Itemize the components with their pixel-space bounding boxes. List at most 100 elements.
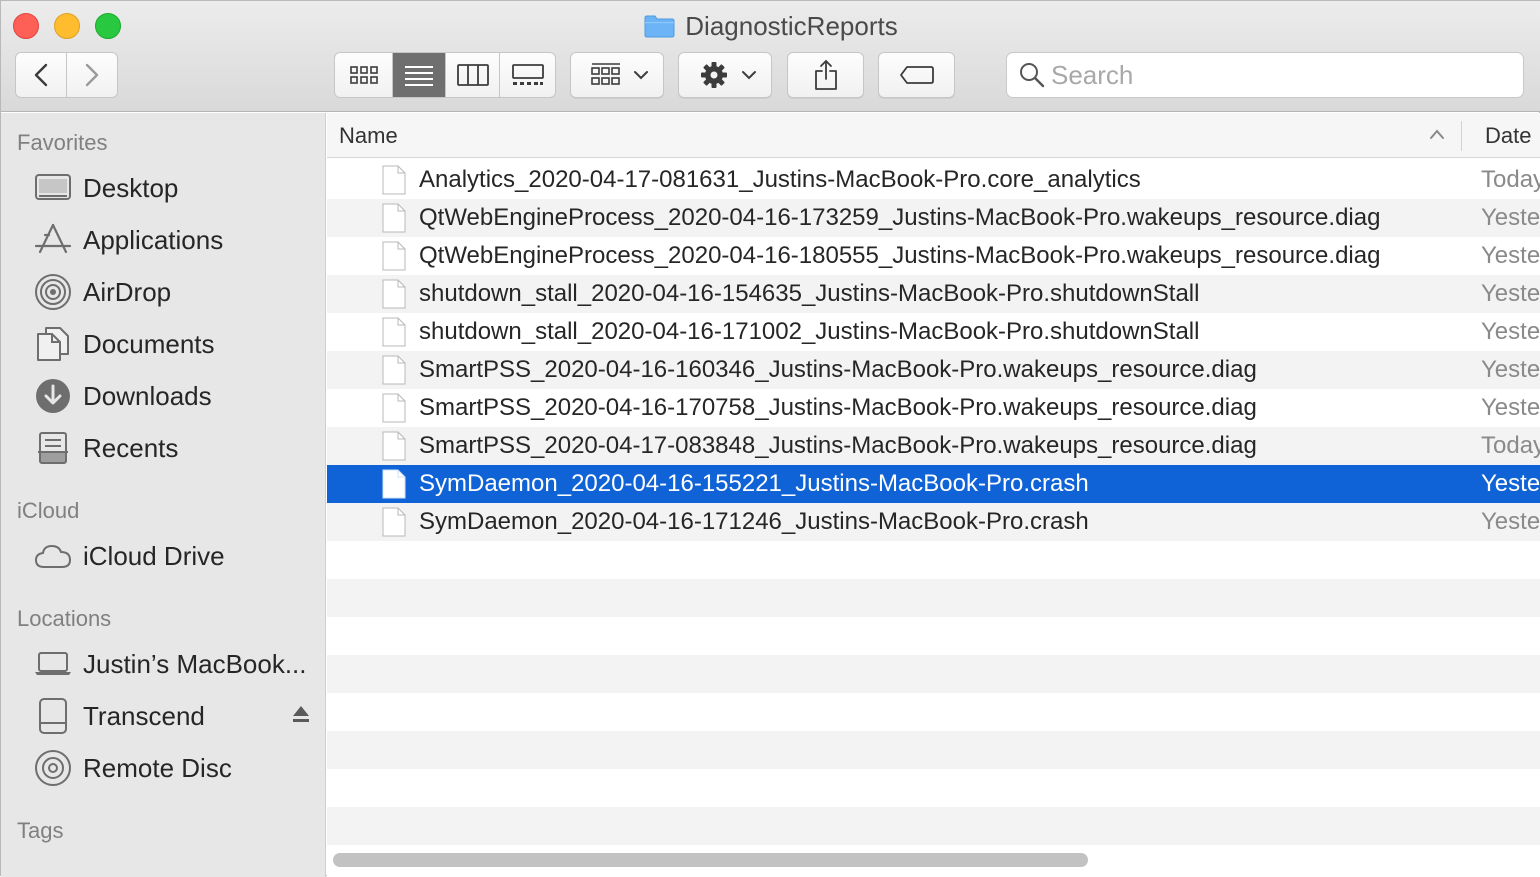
sidebar-item-label: Applications (83, 224, 224, 255)
file-date: Today (1481, 432, 1540, 459)
file-date: Yesterday (1481, 394, 1540, 421)
sidebar-item-desktop[interactable]: Desktop (1, 164, 325, 212)
file-date: Yesterday (1481, 356, 1540, 383)
share-button[interactable] (787, 52, 864, 98)
column-divider[interactable] (1461, 121, 1462, 151)
file-date: Yesterday (1481, 204, 1540, 231)
document-icon (382, 165, 406, 200)
file-row[interactable]: SmartPSS_2020-04-17-083848_Justins-MacBo… (327, 427, 1540, 465)
sidebar-item-airdrop[interactable]: AirDrop (1, 268, 325, 316)
sidebar: Favorites Desktop Applications AirDrop D… (1, 113, 326, 877)
edit-tags-button[interactable] (878, 52, 955, 98)
group-by-button[interactable] (570, 52, 664, 98)
column-header-bar: Name Date (327, 113, 1540, 158)
action-menu-button[interactable] (678, 52, 772, 98)
file-row[interactable]: QtWebEngineProcess_2020-04-16-180555_Jus… (327, 237, 1540, 275)
sidebar-item-macbook[interactable]: Justin’s MacBook... (1, 640, 325, 688)
sidebar-item-downloads[interactable]: Downloads (1, 372, 325, 420)
sidebar-item-label: iCloud Drive (83, 540, 225, 571)
gallery-view-button[interactable] (500, 53, 555, 97)
sidebar-item-recents[interactable]: Recents (1, 424, 325, 472)
laptop-icon (33, 644, 73, 684)
sidebar-item-label: Remote Disc (83, 752, 232, 783)
horizontal-scrollbar[interactable] (333, 853, 1088, 867)
file-name: SmartPSS_2020-04-16-160346_Justins-MacBo… (419, 356, 1257, 383)
file-name: shutdown_stall_2020-04-16-154635_Justins… (419, 280, 1200, 307)
sidebar-item-documents[interactable]: Documents (1, 320, 325, 368)
file-date: Yesterday (1481, 242, 1540, 269)
file-name: SmartPSS_2020-04-17-083848_Justins-MacBo… (419, 432, 1257, 459)
file-date: Yesterday (1481, 508, 1540, 535)
column-header-date[interactable]: Date (1485, 123, 1531, 149)
tag-icon (899, 66, 934, 84)
empty-row (327, 693, 1540, 731)
column-view-button[interactable] (446, 53, 500, 97)
chevron-left-icon (34, 63, 47, 87)
icon-view-button[interactable] (335, 53, 393, 97)
file-name: SymDaemon_2020-04-16-155221_Justins-MacB… (419, 470, 1089, 497)
file-name: Analytics_2020-04-17-081631_Justins-MacB… (419, 166, 1141, 193)
search-icon (1020, 63, 1045, 88)
finder-window: DiagnosticReports Search Favorites Deskt… (0, 0, 1540, 877)
recents-icon (33, 428, 73, 468)
file-row[interactable]: shutdown_stall_2020-04-16-171002_Justins… (327, 313, 1540, 351)
file-name: shutdown_stall_2020-04-16-171002_Justins… (419, 318, 1200, 345)
airdrop-icon (33, 272, 73, 312)
history-nav (15, 52, 118, 98)
document-icon (382, 431, 406, 466)
file-date: Yesterday (1481, 280, 1540, 307)
columns-icon (456, 64, 489, 86)
sidebar-item-icloud-drive[interactable]: iCloud Drive (1, 532, 325, 580)
empty-row (327, 541, 1540, 579)
empty-row (327, 617, 1540, 655)
window-title-bar: DiagnosticReports (1, 8, 1540, 44)
list-lines-icon (405, 66, 433, 86)
file-list: Name Date Analytics_2020-04-17-081631_Ju… (327, 113, 1540, 877)
sidebar-item-transcend[interactable]: Transcend (1, 692, 325, 740)
file-row[interactable]: SmartPSS_2020-04-16-160346_Justins-MacBo… (327, 351, 1540, 389)
external-drive-icon (33, 696, 73, 736)
eject-icon[interactable] (291, 704, 311, 724)
disc-icon (33, 748, 73, 788)
group-grid-icon (591, 63, 620, 85)
toolbar: DiagnosticReports (1, 1, 1540, 112)
sidebar-item-remote-disc[interactable]: Remote Disc (1, 744, 325, 792)
sidebar-item-label: Recents (83, 432, 179, 463)
sidebar-section-icloud: iCloud (17, 498, 80, 523)
file-row[interactable]: SymDaemon_2020-04-16-171246_Justins-MacB… (327, 503, 1540, 541)
document-icon (382, 507, 406, 542)
sidebar-item-label: AirDrop (83, 276, 172, 307)
window-title: DiagnosticReports (685, 10, 898, 41)
file-name: SmartPSS_2020-04-16-170758_Justins-MacBo… (419, 394, 1257, 421)
file-row[interactable]: shutdown_stall_2020-04-16-154635_Justins… (327, 275, 1540, 313)
search-field[interactable] (1006, 52, 1524, 98)
search-input[interactable] (1051, 59, 1511, 91)
document-icon (382, 355, 406, 390)
file-row[interactable]: SmartPSS_2020-04-16-170758_Justins-MacBo… (327, 389, 1540, 427)
file-rows: Analytics_2020-04-17-081631_Justins-MacB… (327, 161, 1540, 845)
document-icon (382, 241, 406, 276)
file-row[interactable]: SymDaemon_2020-04-16-155221_Justins-MacB… (327, 465, 1540, 503)
share-icon (814, 60, 837, 90)
sidebar-section-favorites: Favorites (17, 130, 108, 155)
back-button[interactable] (16, 53, 67, 97)
file-name: SymDaemon_2020-04-16-171246_Justins-MacB… (419, 508, 1089, 535)
document-icon (382, 317, 406, 352)
file-name: QtWebEngineProcess_2020-04-16-173259_Jus… (419, 204, 1381, 231)
downloads-icon (33, 376, 73, 416)
sidebar-section-tags: Tags (17, 818, 64, 843)
forward-button[interactable] (67, 53, 118, 97)
column-header-name[interactable]: Name (339, 123, 398, 149)
sidebar-item-label: Documents (83, 328, 215, 359)
file-name: QtWebEngineProcess_2020-04-16-180555_Jus… (419, 242, 1381, 269)
file-date: Yesterday (1481, 470, 1540, 497)
document-icon (382, 393, 406, 428)
sort-ascending-icon (1430, 129, 1444, 139)
sidebar-item-applications[interactable]: Applications (1, 216, 325, 264)
file-row[interactable]: Analytics_2020-04-17-081631_Justins-MacB… (327, 161, 1540, 199)
empty-row (327, 579, 1540, 617)
file-date: Yesterday (1481, 318, 1540, 345)
chevron-down-icon (634, 71, 648, 80)
list-view-button[interactable] (393, 53, 446, 97)
file-row[interactable]: QtWebEngineProcess_2020-04-16-173259_Jus… (327, 199, 1540, 237)
